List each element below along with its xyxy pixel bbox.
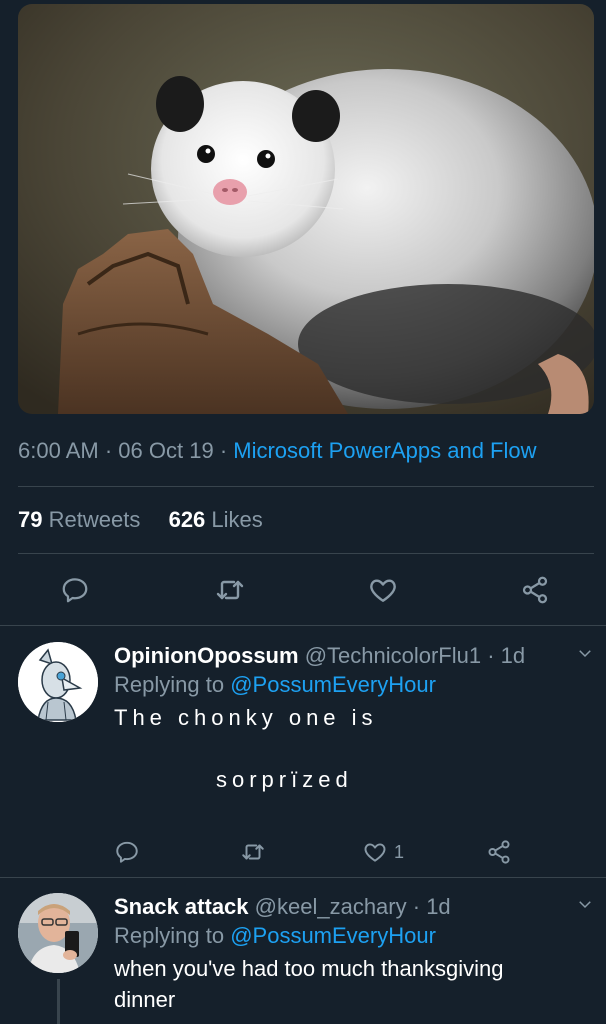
reply-text-line2: sorprïzed <box>216 767 353 792</box>
reply-header: Snack attack @keel_zachary · 1d <box>114 893 584 921</box>
reply-icon <box>62 578 88 603</box>
replying-to-handle[interactable]: @PossumEveryHour <box>230 672 436 697</box>
share-icon <box>522 576 548 604</box>
reply-menu-button[interactable] <box>576 644 594 667</box>
tweet-time: 6:00 AM <box>18 438 99 463</box>
divider <box>0 877 606 878</box>
divider <box>0 625 606 626</box>
retweet-label: Retweets <box>48 507 141 532</box>
avatar[interactable] <box>18 642 98 722</box>
reply-text-line1: when you've had too much thanksgiving <box>114 956 504 981</box>
reply-author-name[interactable]: OpinionOpossum <box>114 643 299 668</box>
reply-share-button[interactable] <box>486 832 512 872</box>
share-button[interactable] <box>520 570 550 610</box>
tweet-meta: 6:00 AM · 06 Oct 19 · Microsoft PowerApp… <box>18 438 598 464</box>
retweet-icon <box>216 580 244 600</box>
reply-author-handle[interactable]: @TechnicolorFlu1 <box>305 643 481 668</box>
reply-item[interactable]: Snack attack @keel_zachary · 1d Replying… <box>0 893 606 1024</box>
likes-stat[interactable]: 626 Likes <box>169 507 263 532</box>
avatar[interactable] <box>18 893 98 973</box>
reply-author-name[interactable]: Snack attack <box>114 894 249 919</box>
retweets-stat[interactable]: 79 Retweets <box>18 507 140 532</box>
reply-item[interactable]: OpinionOpossum @TechnicolorFlu1 · 1d Rep… <box>0 642 606 872</box>
thread-line <box>57 979 60 1024</box>
like-label: Likes <box>211 507 263 532</box>
retweet-count: 79 <box>18 507 43 532</box>
retweet-button[interactable] <box>214 570 246 610</box>
chevron-down-icon <box>579 901 591 909</box>
like-count: 626 <box>168 507 206 532</box>
tweet-detail-page: 6:00 AM · 06 Oct 19 · Microsoft PowerApp… <box>0 0 606 1024</box>
tweet-date: 06 Oct 19 <box>118 438 214 463</box>
like-icon <box>370 579 396 602</box>
reply-header: OpinionOpossum @TechnicolorFlu1 · 1d <box>114 642 584 670</box>
replying-prefix: Replying to <box>114 672 225 697</box>
reply-button[interactable] <box>60 570 90 610</box>
divider <box>18 553 594 554</box>
replying-prefix: Replying to <box>114 923 225 948</box>
reply-body: Snack attack @keel_zachary · 1d Replying… <box>114 893 584 1015</box>
meta-separator: · <box>104 438 113 463</box>
reply-retweet-button[interactable] <box>240 832 266 872</box>
reply-reply-button[interactable] <box>114 832 140 872</box>
replying-to: Replying to @PossumEveryHour <box>114 921 584 951</box>
reply-icon <box>116 841 138 863</box>
chevron-down-icon <box>579 650 591 658</box>
tweet-source-link[interactable]: Microsoft PowerApps and Flow <box>233 438 536 463</box>
reply-text-line2: dinner <box>114 987 176 1012</box>
retweet-icon <box>242 844 264 860</box>
reply-menu-button[interactable] <box>576 895 594 918</box>
reply-like-button[interactable]: 1 <box>362 832 404 872</box>
reply-author-handle[interactable]: @keel_zachary <box>255 894 407 919</box>
meta-separator: · <box>219 438 228 463</box>
reply-time: · 1d <box>412 894 451 919</box>
share-icon <box>488 840 510 864</box>
replying-to-handle[interactable]: @PossumEveryHour <box>230 923 436 948</box>
reply-like-count: 1 <box>394 841 405 862</box>
like-button[interactable] <box>367 570 399 610</box>
reply-time: · 1d <box>487 643 526 668</box>
tweet-image-opossum[interactable] <box>18 4 594 414</box>
divider <box>18 486 594 487</box>
reply-actions: 1 <box>0 832 606 872</box>
tweet-actions <box>0 570 606 610</box>
replying-to: Replying to @PossumEveryHour <box>114 670 584 700</box>
like-icon <box>364 843 386 862</box>
tweet-stats: 79 Retweets 626 Likes <box>18 507 263 533</box>
reply-text-line1: The chonky one is <box>114 705 378 730</box>
reply-body: OpinionOpossum @TechnicolorFlu1 · 1d Rep… <box>114 642 584 795</box>
